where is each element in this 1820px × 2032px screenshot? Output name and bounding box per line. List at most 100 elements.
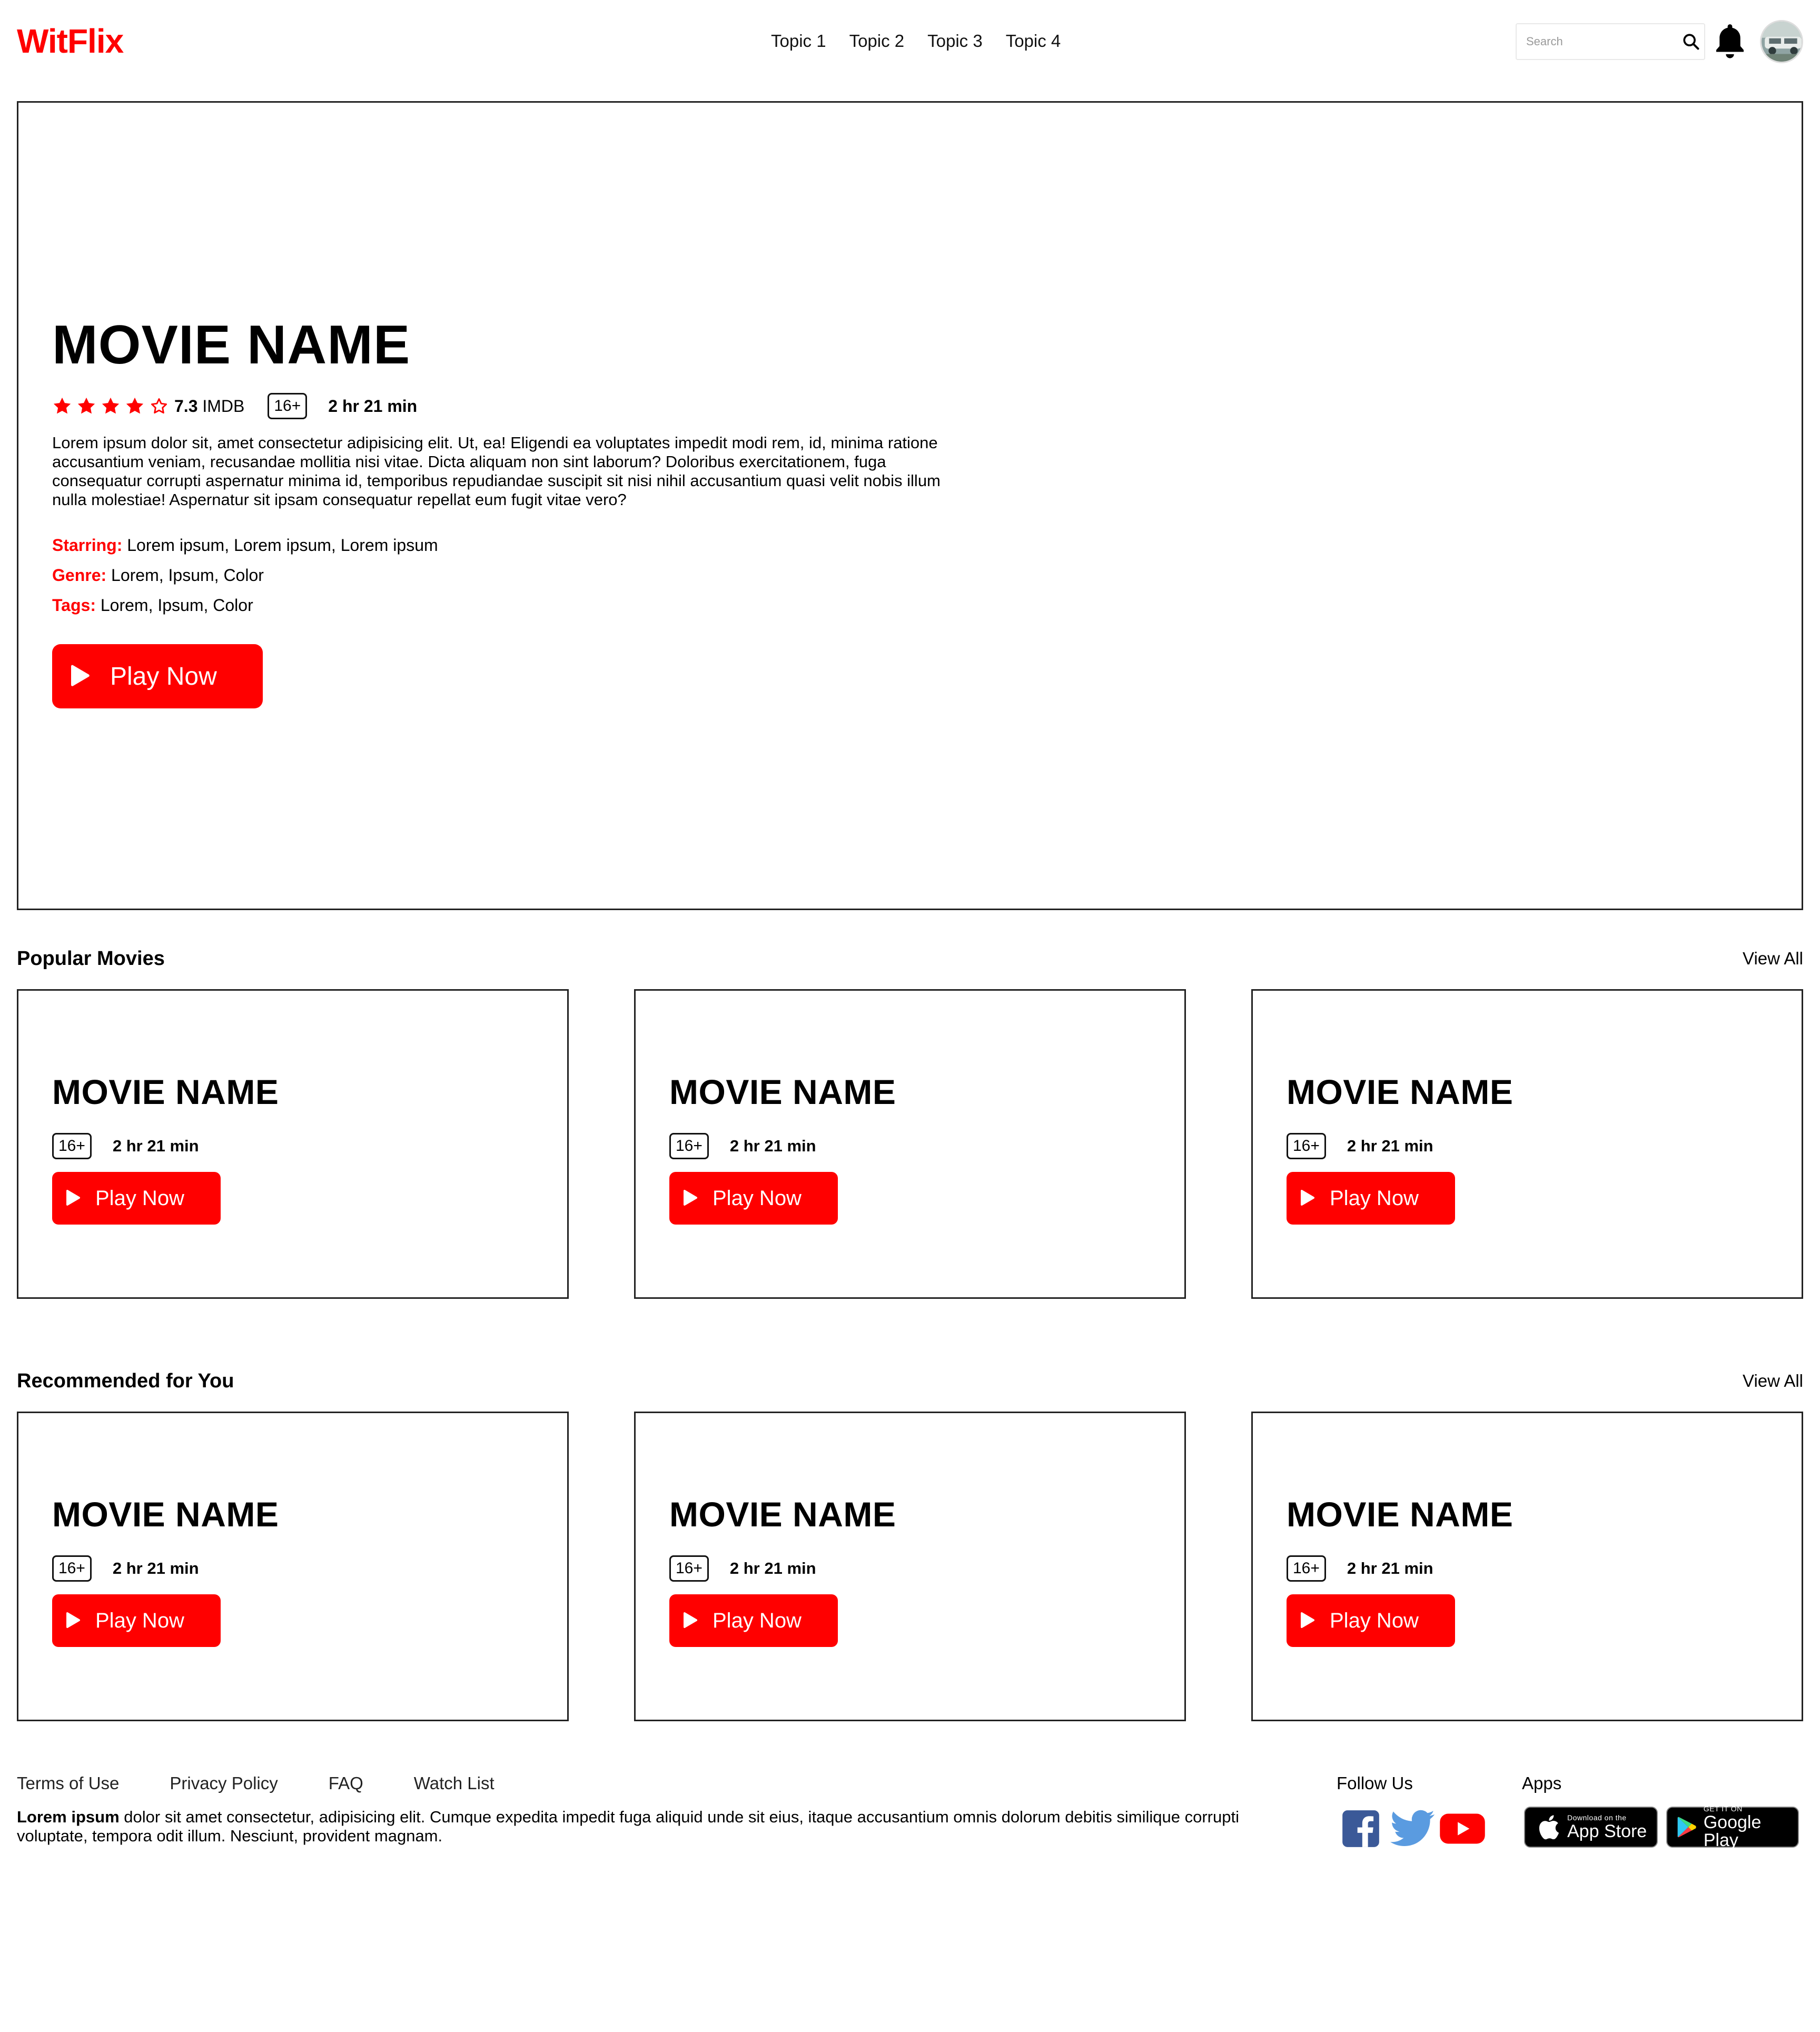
popular-view-all-link[interactable]: View All bbox=[1743, 946, 1803, 971]
genre-row: Genre: Lorem, Ipsum, Color bbox=[52, 560, 438, 590]
nav-topic-2[interactable]: Topic 2 bbox=[849, 27, 905, 55]
movie-meta: 16+ 2 hr 21 min bbox=[1287, 1555, 1433, 1582]
user-avatar[interactable] bbox=[1760, 20, 1803, 63]
app-store-small-text: Download on the bbox=[1567, 1813, 1627, 1822]
play-icon bbox=[1301, 1189, 1315, 1206]
movie-meta: 16+ 2 hr 21 min bbox=[52, 1133, 199, 1159]
google-play-badge[interactable]: GET IT ON Google Play bbox=[1666, 1804, 1799, 1850]
youtube-icon[interactable] bbox=[1439, 1809, 1486, 1849]
footer-link-terms[interactable]: Terms of Use bbox=[17, 1771, 119, 1796]
play-icon bbox=[71, 665, 90, 686]
play-icon bbox=[684, 1189, 698, 1206]
play-label: Play Now bbox=[1330, 1609, 1419, 1632]
play-button[interactable]: Play Now bbox=[1287, 1594, 1455, 1647]
hero-play-button[interactable]: Play Now bbox=[52, 644, 263, 708]
tags-row: Tags: Lorem, Ipsum, Color bbox=[52, 590, 438, 620]
main-nav: Topic 1 Topic 2 Topic 3 Topic 4 bbox=[771, 27, 1061, 55]
imdb-label: IMDB bbox=[202, 396, 245, 416]
movie-meta: 16+ 2 hr 21 min bbox=[669, 1133, 816, 1159]
movie-meta: 16+ 2 hr 21 min bbox=[52, 1555, 199, 1582]
logo[interactable]: WitFlix bbox=[17, 20, 124, 62]
movie-meta: 16+ 2 hr 21 min bbox=[1287, 1133, 1433, 1159]
star-filled-icon bbox=[77, 397, 95, 414]
star-outline-icon bbox=[151, 398, 167, 414]
play-button[interactable]: Play Now bbox=[52, 1172, 221, 1225]
apps-heading: Apps bbox=[1522, 1773, 1562, 1793]
play-button[interactable]: Play Now bbox=[669, 1172, 838, 1225]
nav-topic-3[interactable]: Topic 3 bbox=[927, 27, 983, 55]
duration: 2 hr 21 min bbox=[729, 1559, 816, 1577]
play-icon bbox=[66, 1189, 81, 1206]
nav-topic-1[interactable]: Topic 1 bbox=[771, 27, 826, 55]
footer-link-watch-list[interactable]: Watch List bbox=[414, 1771, 494, 1796]
starring-row: Starring: Lorem ipsum, Lorem ipsum, Lore… bbox=[52, 530, 438, 560]
starring-label: Starring: bbox=[52, 536, 123, 555]
play-button[interactable]: Play Now bbox=[52, 1594, 221, 1647]
play-icon bbox=[1301, 1612, 1315, 1629]
apple-icon bbox=[1539, 1815, 1559, 1840]
play-label: Play Now bbox=[95, 1609, 184, 1632]
google-play-small-text: GET IT ON bbox=[1703, 1804, 1743, 1813]
duration: 2 hr 21 min bbox=[729, 1137, 816, 1155]
play-button[interactable]: Play Now bbox=[669, 1594, 838, 1647]
genre-label: Genre: bbox=[52, 566, 107, 585]
genre-value: Lorem, Ipsum, Color bbox=[111, 566, 264, 585]
search-icon[interactable] bbox=[1678, 26, 1704, 57]
search-input[interactable] bbox=[1517, 24, 1678, 59]
hero-description: Lorem ipsum dolor sit, amet consectetur … bbox=[52, 433, 941, 509]
recommended-view-all-link[interactable]: View All bbox=[1743, 1368, 1803, 1394]
bell-icon[interactable] bbox=[1713, 22, 1747, 61]
age-rating-badge: 16+ bbox=[52, 1555, 92, 1582]
app-store-badge[interactable]: Download on the App Store bbox=[1524, 1807, 1658, 1848]
age-rating-badge: 16+ bbox=[1287, 1555, 1326, 1582]
duration: 2 hr 21 min bbox=[1347, 1559, 1433, 1577]
movie-card[interactable]: MOVIE NAME 16+ 2 hr 21 min Play Now bbox=[1251, 989, 1803, 1299]
play-label: Play Now bbox=[713, 1609, 802, 1632]
app-store-big-text: App Store bbox=[1567, 1821, 1647, 1841]
movie-card[interactable]: MOVIE NAME 16+ 2 hr 21 min Play Now bbox=[634, 989, 1186, 1299]
rating-stars bbox=[52, 396, 169, 416]
play-icon bbox=[66, 1612, 81, 1629]
follow-us-heading: Follow Us bbox=[1337, 1773, 1413, 1793]
star-filled-icon bbox=[102, 397, 120, 414]
movie-card[interactable]: MOVIE NAME 16+ 2 hr 21 min Play Now bbox=[1251, 1412, 1803, 1721]
play-icon bbox=[684, 1612, 698, 1629]
tags-value: Lorem, Ipsum, Color bbox=[100, 596, 253, 615]
hero-movie-title: MOVIE NAME bbox=[52, 314, 411, 376]
age-rating-badge: 16+ bbox=[669, 1555, 709, 1582]
footer-link-privacy[interactable]: Privacy Policy bbox=[170, 1771, 278, 1796]
footer-links: Terms of Use Privacy Policy FAQ Watch Li… bbox=[17, 1771, 494, 1796]
search-box bbox=[1516, 23, 1705, 60]
google-play-big-text: Google Play bbox=[1703, 1812, 1762, 1850]
movie-card[interactable]: MOVIE NAME 16+ 2 hr 21 min Play Now bbox=[17, 989, 569, 1299]
footer-link-faq[interactable]: FAQ bbox=[329, 1771, 363, 1796]
recommended-section-title: Recommended for You bbox=[17, 1370, 234, 1392]
popular-section-title: Popular Movies bbox=[17, 948, 165, 970]
hero-meta: 7.3 IMDB 16+ 2 hr 21 min bbox=[52, 391, 417, 421]
movie-card[interactable]: MOVIE NAME 16+ 2 hr 21 min Play Now bbox=[634, 1412, 1186, 1721]
star-filled-icon bbox=[53, 397, 71, 414]
imdb-score: 7.3 bbox=[174, 396, 198, 416]
nav-topic-4[interactable]: Topic 4 bbox=[1006, 27, 1061, 55]
movie-title: MOVIE NAME bbox=[52, 1072, 279, 1111]
duration: 2 hr 21 min bbox=[112, 1137, 199, 1155]
age-rating-badge: 16+ bbox=[52, 1133, 92, 1159]
star-filled-icon bbox=[126, 397, 144, 414]
play-label: Play Now bbox=[110, 662, 217, 691]
play-label: Play Now bbox=[1330, 1186, 1419, 1210]
facebook-icon[interactable] bbox=[1341, 1809, 1386, 1849]
movie-card[interactable]: MOVIE NAME 16+ 2 hr 21 min Play Now bbox=[17, 1412, 569, 1721]
age-rating-badge: 16+ bbox=[669, 1133, 709, 1159]
footer-description-text: dolor sit amet consectetur, adipisicing … bbox=[17, 1808, 1239, 1845]
play-button[interactable]: Play Now bbox=[1287, 1172, 1455, 1225]
hero-banner: MOVIE NAME 7.3 IMDB 16+ 2 hr 21 min Lore… bbox=[17, 101, 1803, 910]
movie-meta: 16+ 2 hr 21 min bbox=[669, 1555, 816, 1582]
movie-title: MOVIE NAME bbox=[52, 1495, 279, 1534]
footer-description-bold: Lorem ipsum bbox=[17, 1808, 120, 1826]
twitter-icon[interactable] bbox=[1390, 1809, 1436, 1849]
starring-value: Lorem ipsum, Lorem ipsum, Lorem ipsum bbox=[127, 536, 438, 555]
footer-description: Lorem ipsum dolor sit amet consectetur, … bbox=[17, 1808, 1302, 1846]
duration: 2 hr 21 min bbox=[328, 396, 418, 416]
age-rating-badge: 16+ bbox=[1287, 1133, 1326, 1159]
movie-title: MOVIE NAME bbox=[669, 1495, 896, 1534]
